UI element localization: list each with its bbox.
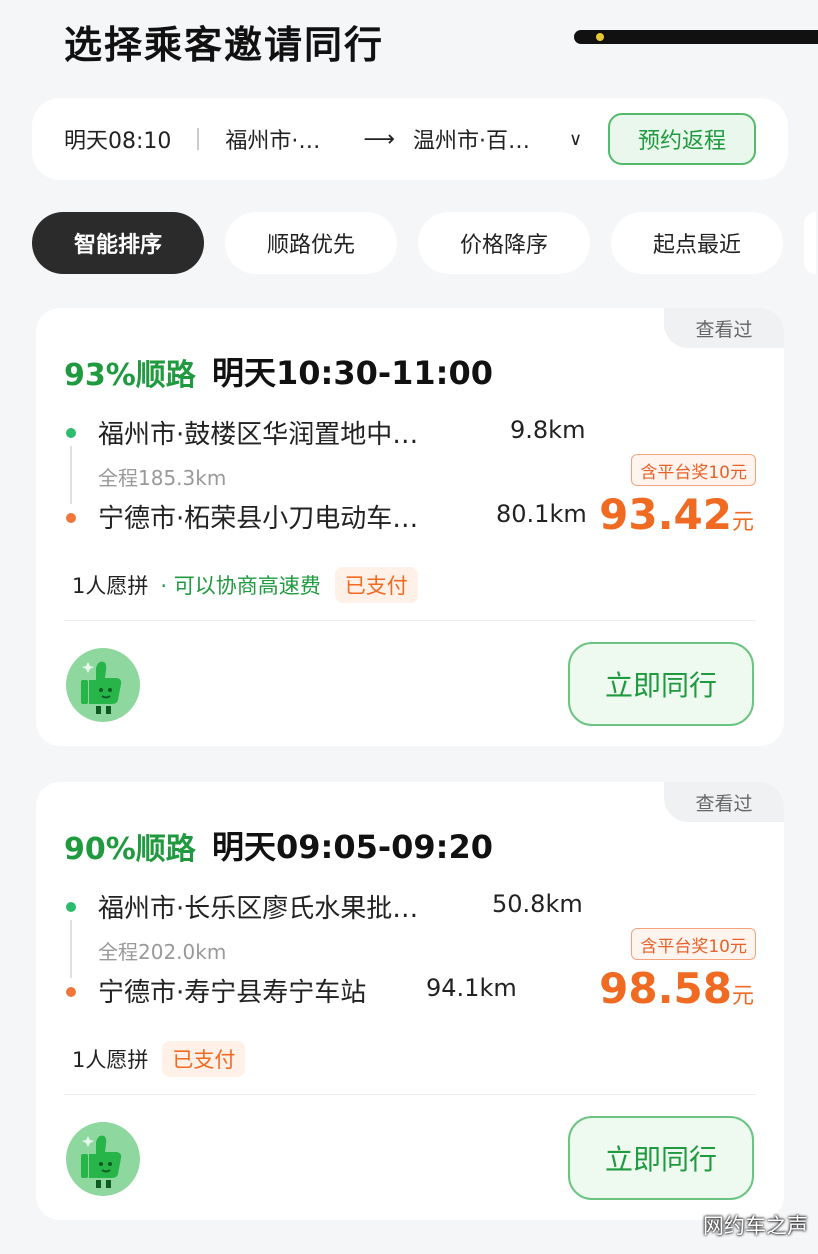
end-dot-icon — [66, 513, 76, 523]
arrow-right-icon: ⟶ — [363, 126, 395, 152]
dropoff-address: 宁德市·柘荣县小刀电动车… — [98, 504, 419, 534]
divider — [197, 128, 200, 150]
pickup-time-range: 明天10:30-11:00 — [212, 354, 494, 392]
tab-overflow[interactable] — [804, 212, 816, 274]
route-destination: 温州市·百… — [412, 129, 530, 154]
order-tags: 1人愿拼 已支付 — [72, 1040, 246, 1078]
promo-banner[interactable] — [574, 30, 818, 44]
order-card[interactable]: 查看过 93%顺路 明天10:30-11:00 福州市·鼓楼区华润置地中… 9.… — [36, 308, 784, 746]
dropoff-address: 宁德市·寿宁县寿宁车站 — [98, 978, 367, 1008]
page-title: 选择乘客邀请同行 — [64, 23, 385, 67]
tab-route-first[interactable]: 顺路优先 — [225, 212, 397, 274]
dropoff-distance: 80.1km — [496, 500, 587, 528]
platform-reward-badge: 含平台奖10元 — [631, 928, 756, 960]
route-line — [70, 446, 72, 504]
departure-time: 明天08:10 — [64, 129, 172, 154]
pickup-time-range: 明天09:05-09:20 — [212, 828, 494, 866]
accept-ride-button[interactable]: 立即同行 — [568, 642, 754, 726]
route-match-percent: 90%顺路 — [64, 832, 196, 867]
pickup-address: 福州市·鼓楼区华润置地中… — [98, 420, 419, 450]
watermark: 网约车之声 — [703, 1214, 808, 1238]
paid-badge: 已支付 — [162, 1041, 246, 1077]
tab-price-desc[interactable]: 价格降序 — [418, 212, 590, 274]
route-origin: 福州市·… — [225, 129, 321, 154]
order-tags: 1人愿拼 · 可以协商高速费 已支付 — [72, 566, 418, 604]
avatar[interactable] — [66, 1122, 140, 1196]
total-distance: 全程202.0km — [98, 940, 227, 964]
price-unit: 元 — [731, 984, 754, 1009]
route-bar[interactable]: 明天08:10 福州市·… ⟶ 温州市·百… ∨ 预约返程 — [32, 98, 788, 180]
tab-nearest-start[interactable]: 起点最近 — [611, 212, 783, 274]
pickup-distance: 9.8km — [510, 416, 586, 444]
passenger-count: 1人愿拼 — [72, 574, 149, 598]
route-line — [70, 920, 72, 978]
pickup-distance: 50.8km — [492, 890, 583, 918]
order-price: 98.58元 — [599, 964, 754, 1013]
start-dot-icon — [66, 428, 76, 438]
price-amount: 98.58 — [599, 964, 732, 1013]
dropoff-distance: 94.1km — [426, 974, 517, 1002]
divider — [64, 1094, 756, 1095]
order-price: 93.42元 — [599, 490, 754, 539]
total-distance: 全程185.3km — [98, 466, 227, 490]
platform-reward-badge: 含平台奖10元 — [631, 454, 756, 486]
route-match-percent: 93%顺路 — [64, 358, 196, 393]
start-dot-icon — [66, 902, 76, 912]
order-card[interactable]: 查看过 90%顺路 明天09:05-09:20 福州市·长乐区廖氏水果批… 50… — [36, 782, 784, 1220]
price-unit: 元 — [731, 510, 754, 535]
viewed-badge: 查看过 — [664, 308, 784, 348]
end-dot-icon — [66, 987, 76, 997]
passenger-count: 1人愿拼 — [72, 1048, 149, 1072]
divider — [64, 620, 756, 621]
thumbs-up-icon — [81, 1135, 122, 1188]
sort-tabs: 智能排序 顺路优先 价格降序 起点最近 — [32, 212, 816, 274]
pickup-address: 福州市·长乐区廖氏水果批… — [98, 894, 419, 924]
tab-smart-sort[interactable]: 智能排序 — [32, 212, 204, 274]
thumbs-up-icon — [81, 661, 122, 714]
chevron-down-icon[interactable]: ∨ — [569, 129, 582, 150]
accept-ride-button[interactable]: 立即同行 — [568, 1116, 754, 1200]
viewed-badge: 查看过 — [664, 782, 784, 822]
price-amount: 93.42 — [599, 490, 732, 539]
book-return-button[interactable]: 预约返程 — [608, 113, 756, 165]
banner-icon — [596, 33, 604, 41]
avatar[interactable] — [66, 648, 140, 722]
toll-note: · 可以协商高速费 — [160, 574, 321, 598]
paid-badge: 已支付 — [334, 567, 418, 603]
